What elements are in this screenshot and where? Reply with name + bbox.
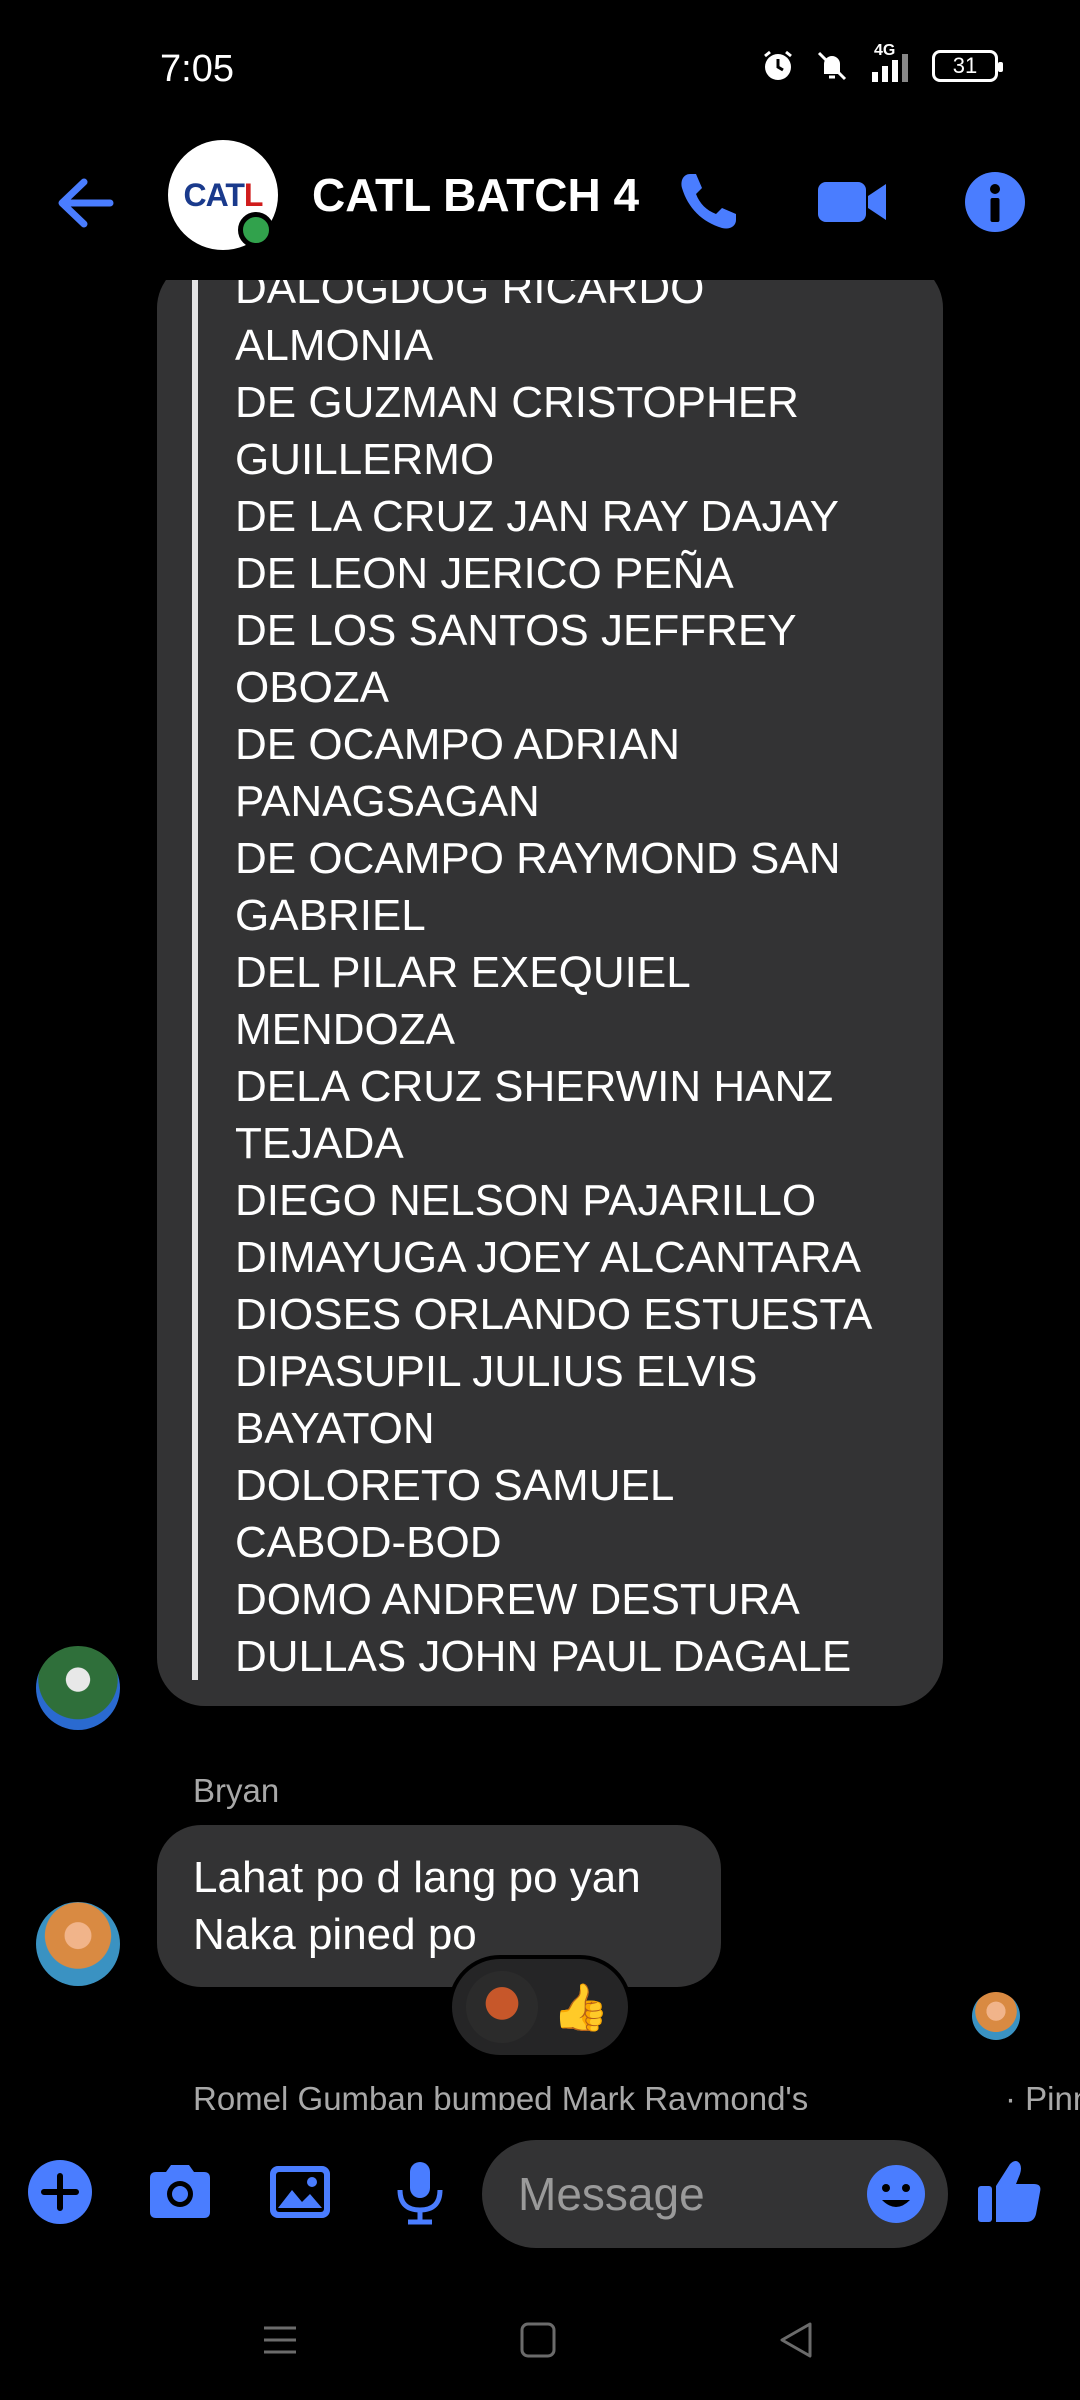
- quoted-line: PANAGSAGAN: [235, 777, 540, 826]
- quoted-line: DE OCAMPO RAYMOND SAN: [235, 834, 841, 883]
- avatar[interactable]: [36, 1646, 120, 1730]
- catl-logo: CATL: [183, 176, 264, 213]
- quote-bar: [192, 280, 198, 1680]
- network-type: 4G: [874, 42, 896, 59]
- gallery-icon[interactable]: [260, 2152, 340, 2232]
- message-bubble[interactable]: Lahat po d lang po yan Naka pined po: [157, 1825, 721, 1987]
- status-bar: 7:05 4G 31: [0, 0, 1080, 140]
- info-icon[interactable]: [955, 162, 1035, 242]
- quoted-line: DIOSES ORLANDO ESTUESTA: [235, 1290, 873, 1339]
- plus-icon[interactable]: [20, 2152, 100, 2232]
- home-icon[interactable]: [508, 2310, 568, 2370]
- chat-title[interactable]: CATL BATCH 4: [312, 168, 639, 222]
- phone-icon[interactable]: [668, 162, 748, 242]
- quoted-line: DIMAYUGA JOEY ALCANTARA: [235, 1233, 861, 1282]
- quoted-line: MENDOZA: [235, 1005, 455, 1054]
- quoted-line: CABOD-BOD: [235, 1518, 502, 1567]
- quoted-line: GUILLERMO: [235, 435, 495, 484]
- quoted-text: DALOGDOG RICARDO ALMONIA DE GUZMAN CRISTOP…: [235, 280, 935, 1685]
- menu-icon[interactable]: [250, 2310, 310, 2370]
- emoji-icon[interactable]: [864, 2162, 928, 2226]
- avatar[interactable]: [36, 1902, 120, 1986]
- system-note-suffix: · Pinn: [1005, 2080, 1080, 2110]
- system-note: Romel Gumban bumped Mark Raymond's: [193, 2080, 809, 2110]
- quoted-line: DOLORETO SAMUEL: [235, 1461, 675, 1510]
- quoted-line: GABRIEL: [235, 891, 426, 940]
- quoted-line: DE LEON JERICO PEÑA: [235, 549, 734, 598]
- quoted-line: DIEGO NELSON PAJARILLO: [235, 1176, 817, 1225]
- sender-name: Bryan: [193, 1772, 280, 1809]
- thumbs-up-icon[interactable]: [970, 2152, 1050, 2232]
- status-icons: 4G 31: [760, 42, 1003, 84]
- back-nav-icon[interactable]: [766, 2310, 826, 2370]
- battery-icon: 31: [932, 50, 1003, 82]
- read-receipt-avatar: [972, 1992, 1020, 2040]
- battery-level: 31: [952, 53, 978, 78]
- quoted-line: DOMO ANDREW DESTURA: [235, 1575, 800, 1624]
- message-line: Naka pined po: [193, 1910, 477, 1959]
- chat-header: CATL CATL BATCH 4: [0, 140, 1080, 280]
- back-arrow-icon[interactable]: [50, 168, 120, 238]
- quoted-line: DE LA CRUZ JAN RAY DAJAY: [235, 492, 839, 541]
- message-list[interactable]: DALOGDOG RICARDO ALMONIA DE GUZMAN CRISTOP…: [0, 280, 1080, 2110]
- quoted-line: DE LOS SANTOS JEFFREY: [235, 606, 797, 655]
- microphone-icon[interactable]: [380, 2152, 460, 2232]
- signal-icon: 4G: [868, 42, 914, 84]
- camera-icon[interactable]: [140, 2152, 220, 2232]
- quoted-line: DELA CRUZ SHERWIN HANZ: [235, 1062, 834, 1111]
- quoted-message-bubble[interactable]: DALOGDOG RICARDO ALMONIA DE GUZMAN CRISTOP…: [157, 280, 943, 1706]
- composer: [0, 2110, 1080, 2280]
- video-call-icon[interactable]: [812, 162, 892, 242]
- quoted-line: DALOGDOG RICARDO: [235, 280, 705, 313]
- quoted-line: DIPASUPIL JULIUS ELVIS: [235, 1347, 758, 1396]
- alarm-icon: [764, 50, 792, 80]
- quoted-line: ALMONIA: [235, 321, 434, 370]
- mute-icon: [817, 51, 847, 81]
- quoted-line: DEL PILAR EXEQUIEL: [235, 948, 691, 997]
- quoted-line: DE OCAMPO ADRIAN: [235, 720, 680, 769]
- quoted-line: BAYATON: [235, 1404, 435, 1453]
- reaction-badge[interactable]: 👍: [448, 1955, 632, 2059]
- reactor-avatar: [466, 1971, 538, 2043]
- quoted-line: TEJADA: [235, 1119, 404, 1168]
- online-indicator: [238, 212, 274, 248]
- quoted-line: DE GUZMAN CRISTOPHER: [235, 378, 799, 427]
- system-navbar: [0, 2280, 1080, 2400]
- message-line: Lahat po d lang po yan: [193, 1853, 641, 1902]
- quoted-line: OBOZA: [235, 663, 390, 712]
- quoted-line: DULLAS JOHN PAUL DAGALE: [235, 1632, 852, 1681]
- status-time: 7:05: [160, 48, 234, 90]
- thumbs-up-reaction-icon: 👍: [552, 1980, 610, 2033]
